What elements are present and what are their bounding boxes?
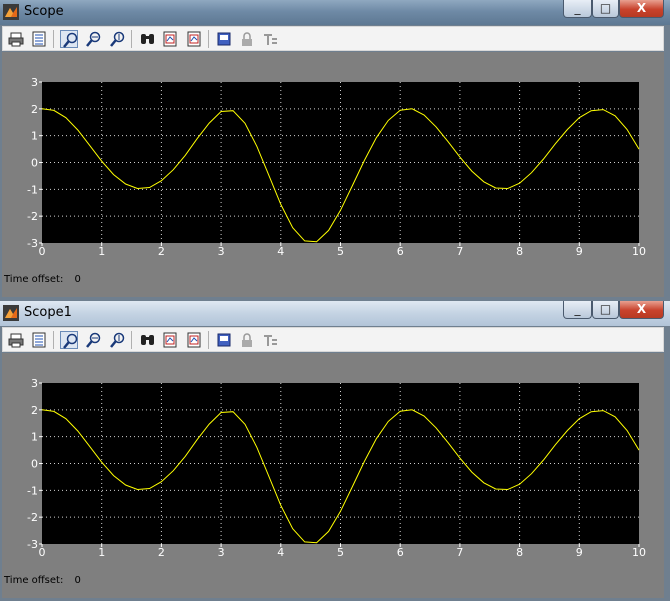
x-tick-label: 7 (456, 245, 463, 258)
x-tick-label: 2 (158, 245, 165, 258)
x-tick-label: 3 (218, 245, 225, 258)
time-offset-value: 0 (74, 575, 81, 586)
toolbar-separator (131, 30, 132, 48)
zoom-icon[interactable] (60, 30, 78, 48)
y-tick-label: 3 (31, 76, 38, 89)
matlab-logo-icon (3, 4, 19, 20)
x-tick-label: 4 (277, 546, 284, 559)
floating-scope-icon[interactable] (215, 331, 233, 349)
print-icon[interactable] (7, 30, 25, 48)
autoscale-icon[interactable] (138, 331, 156, 349)
maximize-button[interactable]: □ (592, 0, 619, 18)
x-tick-label: 0 (39, 245, 46, 258)
parameters-icon[interactable] (30, 331, 48, 349)
toolbar-separator (53, 331, 54, 349)
zoom-x-icon[interactable] (84, 331, 102, 349)
lock-icon[interactable] (238, 30, 256, 48)
x-tick-label: 6 (397, 245, 404, 258)
minimize-button[interactable]: _ (563, 301, 592, 319)
x-tick-label: 8 (516, 546, 523, 559)
matlab-logo-icon (3, 305, 19, 321)
y-tick-label: -3 (27, 538, 38, 551)
x-tick-label: 1 (98, 546, 105, 559)
save-axes-icon[interactable] (161, 331, 179, 349)
x-tick-label: 2 (158, 546, 165, 559)
y-tick-label: 0 (31, 157, 38, 170)
restore-axes-icon[interactable] (185, 30, 203, 48)
save-axes-icon[interactable] (161, 30, 179, 48)
y-tick-label: -3 (27, 237, 38, 250)
y-tick-label: -1 (27, 183, 38, 196)
toolbar-separator (131, 331, 132, 349)
x-tick-label: 3 (218, 546, 225, 559)
close-button[interactable]: X (619, 0, 664, 18)
y-tick-label: -2 (27, 210, 38, 223)
signal-selection-icon[interactable] (261, 331, 279, 349)
print-icon[interactable] (7, 331, 25, 349)
x-tick-label: 7 (456, 546, 463, 559)
x-tick-label: 1 (98, 245, 105, 258)
x-tick-label: 5 (337, 245, 344, 258)
title-bar[interactable]: Scope1 _ □ X (0, 301, 670, 326)
zoom-y-icon[interactable] (108, 30, 126, 48)
toolbar (2, 327, 664, 352)
toolbar-separator (208, 30, 209, 48)
y-tick-label: -1 (27, 484, 38, 497)
toolbar-separator (53, 30, 54, 48)
time-offset: Time offset: 0 (4, 575, 81, 586)
time-offset-value: 0 (74, 274, 81, 285)
scope1-window: Scope1 _ □ X 0 1 2 3 4 5 6 7 8 9 10 3 2 1 0 -1 -2 -3 Time… (0, 301, 670, 599)
scope-plot[interactable]: 0 1 2 3 4 5 6 7 8 9 103210-1-2-3 (2, 52, 664, 272)
window-title: Scope (24, 4, 64, 19)
maximize-button[interactable]: □ (592, 301, 619, 319)
y-tick-label: 0 (31, 458, 38, 471)
x-tick-label: 10 (632, 546, 646, 559)
x-tick-label: 6 (397, 546, 404, 559)
x-tick-label: 4 (277, 245, 284, 258)
zoom-x-icon[interactable] (84, 30, 102, 48)
scope-plot[interactable]: 0 1 2 3 4 5 6 7 8 9 103210-1-2-3 (2, 353, 664, 573)
signal-selection-icon[interactable] (261, 30, 279, 48)
y-tick-label: 2 (31, 404, 38, 417)
scope-display: 0 1 2 3 4 5 6 7 8 9 10 3 2 1 0 -1 -2 -3 Time offset: 0 (2, 353, 664, 598)
time-offset-label: Time offset: (4, 575, 64, 586)
time-offset: Time offset: 0 (4, 274, 81, 285)
x-tick-label: 0 (39, 546, 46, 559)
x-tick-label: 10 (632, 245, 646, 258)
x-tick-label: 9 (576, 245, 583, 258)
toolbar (2, 26, 664, 51)
x-tick-label: 5 (337, 546, 344, 559)
y-tick-label: 2 (31, 103, 38, 116)
toolbar-separator (208, 331, 209, 349)
floating-scope-icon[interactable] (215, 30, 233, 48)
restore-axes-icon[interactable] (185, 331, 203, 349)
parameters-icon[interactable] (30, 30, 48, 48)
x-tick-label: 9 (576, 546, 583, 559)
title-bar[interactable]: Scope _ □ X (0, 0, 670, 25)
window-title: Scope1 (24, 305, 72, 320)
autoscale-icon[interactable] (138, 30, 156, 48)
minimize-button[interactable]: _ (563, 0, 592, 18)
close-button[interactable]: X (619, 301, 664, 319)
lock-icon[interactable] (238, 331, 256, 349)
zoom-y-icon[interactable] (108, 331, 126, 349)
y-tick-label: -2 (27, 511, 38, 524)
y-tick-label: 1 (31, 431, 38, 444)
x-tick-label: 8 (516, 245, 523, 258)
y-tick-label: 3 (31, 377, 38, 390)
time-offset-label: Time offset: (4, 274, 64, 285)
scope-window: Scope _ □ X 0 1 2 3 4 5 6 7 8 9 10 3 2 1 0 -1 -2 -3 Time … (0, 0, 670, 298)
scope-display: 0 1 2 3 4 5 6 7 8 9 10 3 2 1 0 -1 -2 -3 Time offset: 0 (2, 52, 664, 297)
zoom-icon[interactable] (60, 331, 78, 349)
y-tick-label: 1 (31, 130, 38, 143)
